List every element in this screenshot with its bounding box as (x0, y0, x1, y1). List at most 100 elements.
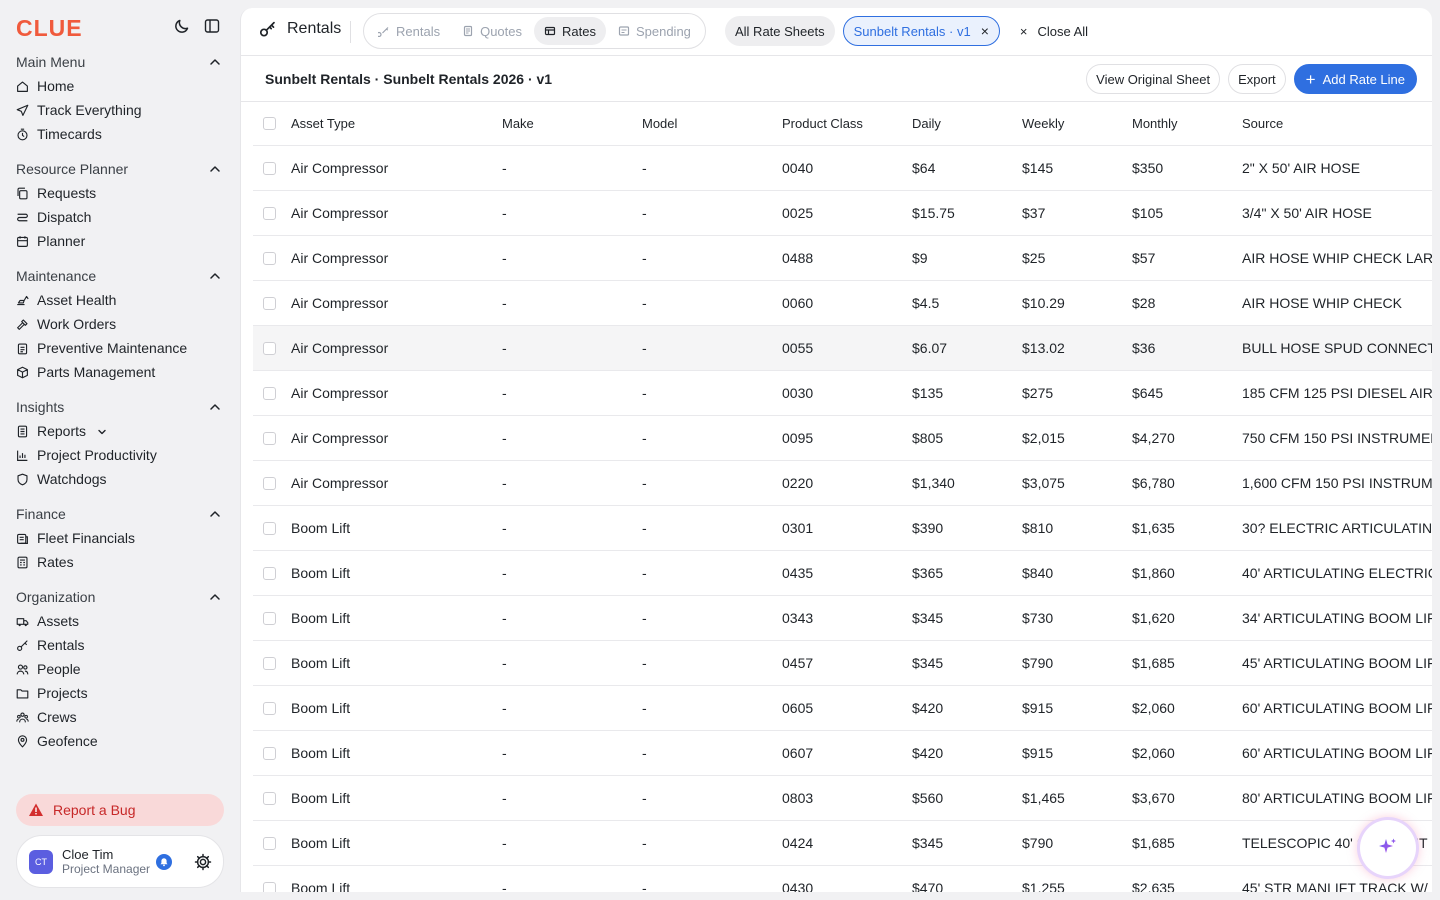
column-header-product-class[interactable]: Product Class (782, 102, 902, 145)
tab-spending[interactable]: Spending (608, 17, 701, 45)
sidebar-item-planner[interactable]: Planner (16, 229, 224, 253)
table-row[interactable]: Air Compressor - - 0055 $6.07 $13.02 $36 BULL H… (253, 326, 1432, 371)
table-row[interactable]: Boom Lift - - 0607 $420 $915 $2,060 60' ARTICUL… (253, 731, 1432, 776)
chevron-down-icon[interactable] (96, 425, 108, 437)
report-bug-button[interactable]: Report a Bug (16, 794, 224, 826)
export-button[interactable]: Export (1228, 64, 1286, 94)
row-checkbox[interactable] (263, 371, 277, 415)
cell-product-class: 0220 (782, 475, 814, 491)
nav-group-header[interactable]: Finance (16, 502, 224, 526)
table-row[interactable]: Boom Lift - -0424 $345 $790 $1,685 TELESCOPIC … (253, 821, 1432, 866)
column-header-asset-type[interactable]: Asset Type (291, 102, 491, 145)
sidebar-item-requests[interactable]: Requests (16, 181, 224, 205)
close-icon[interactable]: × (981, 24, 989, 38)
cell-weekly: $145 (1022, 160, 1054, 176)
table-row[interactable]: Air Compressor - - 0095 $805 $2,015 $4,270 750 … (253, 416, 1432, 461)
column-header-model[interactable]: Model (642, 102, 772, 145)
sidebar-item-watchdogs[interactable]: Watchdogs (16, 467, 224, 491)
row-checkbox[interactable] (263, 416, 277, 460)
row-checkbox[interactable] (263, 506, 277, 550)
nav-group-header[interactable]: Organization (16, 585, 224, 609)
sidebar-item-project-productivity[interactable]: Project Productivity (16, 443, 224, 467)
row-checkbox[interactable] (263, 236, 277, 280)
sidebar-toggle-icon[interactable] (204, 18, 220, 34)
sidebar-item-track-everything[interactable]: Track Everything (16, 98, 224, 122)
sidebar-item-preventive-maintenance[interactable]: Preventive Maintenance (16, 336, 224, 360)
tab-rates[interactable]: Rates (534, 17, 606, 45)
add-rate-line-button[interactable]: + Add Rate Line (1293, 64, 1417, 94)
row-checkbox[interactable] (263, 776, 277, 820)
gear-icon[interactable] (194, 853, 212, 871)
row-checkbox[interactable] (263, 596, 277, 640)
table-row[interactable]: Air Compressor - - 0060 $4.5 $10.29 $28 AIR HOS… (253, 281, 1432, 326)
table-row[interactable]: Boom Lift - -0430 $470 $1,255 $2,635 45' STR M… (253, 866, 1432, 892)
column-header-make[interactable]: Make (502, 102, 632, 145)
row-checkbox[interactable] (263, 461, 277, 505)
sidebar-item-asset-health[interactable]: Asset Health (16, 288, 224, 312)
tab-quotes[interactable]: Quotes (452, 17, 532, 45)
table-row[interactable]: Boom Lift - - 0343 $345 $730 $1,620 34' ARTICUL… (253, 596, 1432, 641)
table-row[interactable]: Air Compressor - - 0488 $9 $25 $57 AIR HOSE WHI… (253, 236, 1432, 281)
row-checkbox[interactable] (263, 821, 277, 865)
table-row[interactable]: Boom Lift - - 0457 $345 $790 $1,685 45' ARTICUL… (253, 641, 1432, 686)
sidebar-item-reports[interactable]: Reports (16, 419, 224, 443)
sidebar-item-projects[interactable]: Projects (16, 681, 224, 705)
sidebar-item-rates[interactable]: Rates (16, 550, 224, 574)
nav-group-header[interactable]: Insights (16, 395, 224, 419)
table-row[interactable]: Air Compressor - - 0030 $135 $275 $645 185 CFM … (253, 371, 1432, 416)
sidebar-item-geofence[interactable]: Geofence (16, 729, 224, 753)
column-header-source[interactable]: Source (1242, 102, 1432, 145)
sidebar-item-home[interactable]: Home (16, 74, 224, 98)
row-checkbox[interactable] (263, 191, 277, 235)
row-checkbox[interactable] (263, 281, 277, 325)
cell-product-class: 0025 (782, 205, 814, 221)
sidebar-item-label: Rentals (37, 637, 85, 653)
sidebar-item-people[interactable]: People (16, 657, 224, 681)
moon-icon[interactable] (174, 18, 190, 34)
close-all-button[interactable]: × Close All (1020, 24, 1088, 39)
sidebar-item-fleet-financials[interactable]: Fleet Financials (16, 526, 224, 550)
open-sheet-tab[interactable]: Sunbelt Rentals · v1 × (842, 16, 1000, 46)
nav-group-header[interactable]: Maintenance (16, 264, 224, 288)
tab-rentals[interactable]: Rentals (368, 17, 450, 45)
chevron-up-icon[interactable] (208, 269, 222, 283)
chevron-up-icon[interactable] (208, 590, 222, 604)
row-checkbox[interactable] (263, 866, 277, 892)
table-row[interactable]: Boom Lift - - 0605 $420 $915 $2,060 60' ARTICUL… (253, 686, 1432, 731)
nav-group-header[interactable]: Resource Planner (16, 157, 224, 181)
row-checkbox[interactable] (263, 641, 277, 685)
view-original-sheet-button[interactable]: View Original Sheet (1086, 64, 1221, 94)
row-checkbox[interactable] (263, 731, 277, 775)
user-card[interactable]: CT Cloe Tim Project Manager (16, 835, 224, 888)
column-header-daily[interactable]: Daily (912, 102, 1012, 145)
nav-group-header[interactable]: Main Menu (16, 50, 224, 74)
ai-assistant-button[interactable] (1360, 820, 1416, 876)
sidebar-item-work-orders[interactable]: Work Orders (16, 312, 224, 336)
notification-bell-icon[interactable] (156, 853, 172, 870)
all-rate-sheets-tab[interactable]: All Rate Sheets (725, 16, 835, 46)
sidebar-item-rentals[interactable]: Rentals (16, 633, 224, 657)
sidebar-item-timecards[interactable]: Timecards (16, 122, 224, 146)
column-header-monthly[interactable]: Monthly (1132, 102, 1232, 145)
row-checkbox[interactable] (263, 686, 277, 730)
table-row[interactable]: Boom Lift - - 0435 $365 $840 $1,860 40' ARTICUL… (253, 551, 1432, 596)
row-checkbox[interactable] (263, 551, 277, 595)
sidebar-item-crews[interactable]: Crews (16, 705, 224, 729)
table-row[interactable]: Air Compressor - - 0220 $1,340 $3,075 $6,780 1,… (253, 461, 1432, 506)
chevron-up-icon[interactable] (208, 400, 222, 414)
sidebar-item-assets[interactable]: Assets (16, 609, 224, 633)
chevron-up-icon[interactable] (208, 507, 222, 521)
row-checkbox[interactable] (263, 146, 277, 190)
sidebar-item-dispatch[interactable]: Dispatch (16, 205, 224, 229)
table-row[interactable]: Air Compressor - - 0040 $64 $145 $350 2" X 50' … (253, 146, 1432, 191)
table-row[interactable]: Boom Lift - - 0301 $390 $810 $1,635 30? ELECTRI… (253, 506, 1432, 551)
row-checkbox[interactable] (263, 326, 277, 370)
chevron-up-icon[interactable] (208, 55, 222, 69)
table-row[interactable]: Boom Lift - - 0803 $560 $1,465 $3,670 80' ARTIC… (253, 776, 1432, 821)
sidebar-item-label: Preventive Maintenance (37, 340, 188, 356)
chevron-up-icon[interactable] (208, 162, 222, 176)
column-header-weekly[interactable]: Weekly (1022, 102, 1122, 145)
sidebar-item-parts-management[interactable]: Parts Management (16, 360, 224, 384)
select-all-checkbox[interactable] (263, 102, 277, 145)
table-row[interactable]: Air Compressor - - 0025 $15.75 $37 $105 3/4" X … (253, 191, 1432, 236)
